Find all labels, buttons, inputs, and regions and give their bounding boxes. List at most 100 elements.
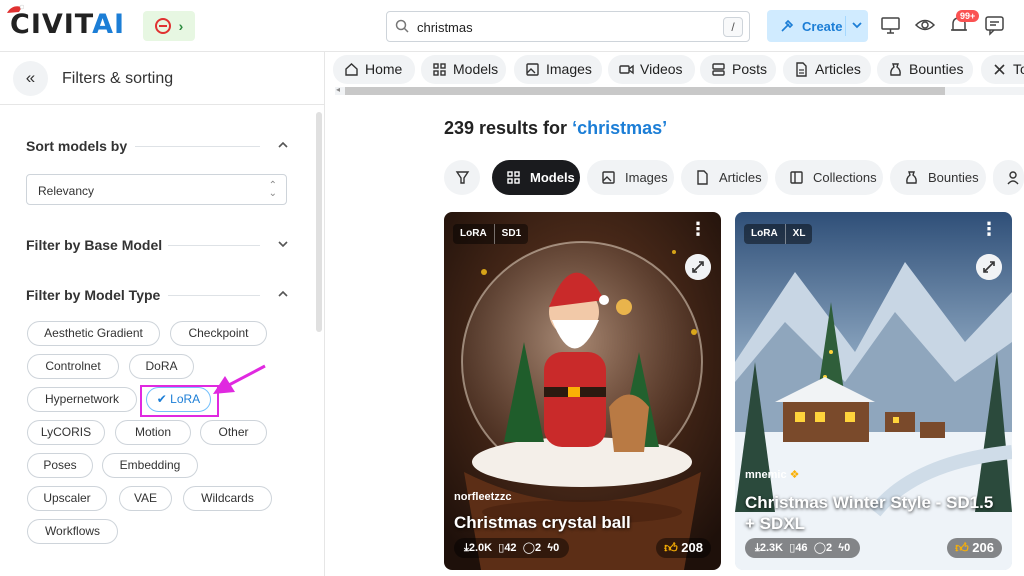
likes-count: 206 [972, 540, 994, 555]
chip-poses[interactable]: Poses [27, 453, 93, 478]
more-options-icon[interactable]: ⋮ [689, 220, 707, 238]
chip-embedding[interactable]: Embedding [102, 453, 198, 478]
thumbs-up-icon: 👍︎ [664, 540, 678, 555]
comments-count: 2 [826, 542, 833, 554]
collapse-sidebar-button[interactable]: « [13, 61, 48, 96]
remix-icon[interactable] [685, 254, 711, 280]
image-icon [602, 171, 615, 184]
chevron-down-icon[interactable] [276, 237, 290, 251]
logo-accent-text: AI [92, 9, 126, 40]
chip-hypernetwork[interactable]: Hypernetwork [27, 387, 137, 412]
pill-bounties[interactable]: Bounties [890, 160, 986, 195]
chevron-up-icon[interactable] [276, 287, 290, 301]
sort-select[interactable]: Relevancy ⌃ ⌄ [26, 174, 287, 205]
promo-button[interactable]: › [143, 11, 195, 41]
search-input[interactable] [417, 17, 707, 37]
remix-icon[interactable] [976, 254, 1002, 280]
chip-upscaler[interactable]: Upscaler [27, 486, 107, 511]
model-card[interactable]: LoRA XL ⋮ mnemic ❖ Christmas Winter Style… [735, 212, 1012, 570]
sidebar-scrollbar[interactable] [316, 112, 322, 332]
chevron-down-icon[interactable] [850, 18, 864, 32]
filters-sidebar: « Filters & sorting Sort models by Relev… [0, 52, 325, 576]
likes-badge[interactable]: 👍︎ 206 [947, 538, 1002, 558]
creator-label: mnemic [745, 469, 787, 481]
search-shortcut-hint: / [723, 17, 743, 37]
tab-label: Videos [640, 61, 683, 77]
card-tags: LoRA XL [744, 224, 813, 244]
card-title[interactable]: Christmas Winter Style - SD1.5 + SDXL [745, 492, 1005, 534]
tab-models[interactable]: Models [421, 55, 506, 84]
divider [135, 146, 260, 147]
chip-controlnet[interactable]: Controlnet [27, 354, 119, 379]
tab-images[interactable]: Images [514, 55, 602, 84]
results-heading: 239 results for ‘christmas’ [444, 118, 667, 139]
card-stats: ⤓2.0K ▯42 ◯2 ϟ0 [454, 538, 570, 558]
tab-tools[interactable]: To [981, 55, 1024, 84]
chat-icon[interactable] [984, 14, 1006, 36]
pill-images[interactable]: Images [587, 160, 674, 195]
base-model-tag: XL [784, 224, 813, 244]
tab-articles[interactable]: Articles [783, 55, 871, 84]
creator-name[interactable]: mnemic ❖ [745, 468, 800, 481]
chip-dora[interactable]: DoRA [129, 354, 194, 379]
funnel-icon [455, 171, 470, 184]
tab-videos[interactable]: Videos [608, 55, 695, 84]
posts-icon [712, 63, 725, 76]
scrollbar-thumb[interactable] [345, 87, 945, 95]
scroll-left-arrow-icon[interactable]: ◂ [336, 85, 340, 94]
chevron-up-icon[interactable] [276, 138, 290, 152]
grid-icon [507, 171, 520, 184]
card-stats: ⤓2.3K ▯46 ◯2 ϟ0 [745, 538, 861, 558]
pill-articles[interactable]: Articles [681, 160, 768, 195]
chip-motion[interactable]: Motion [115, 420, 191, 445]
create-button[interactable]: Create [767, 10, 868, 42]
tab-label: Models [453, 61, 499, 77]
more-options-icon[interactable]: ⋮ [980, 220, 998, 238]
creator-name[interactable]: norfleetzzc [454, 491, 511, 503]
article-icon [796, 62, 807, 77]
search-bar[interactable]: / [386, 11, 750, 42]
tab-label: Images [546, 61, 592, 77]
article-icon [697, 170, 708, 185]
upload-monitor-icon[interactable] [880, 14, 902, 36]
chip-other[interactable]: Other [200, 420, 267, 445]
top-header: CIVITAI › / Create 99+ [0, 0, 1024, 52]
civitai-logo[interactable]: CIVITAI [10, 9, 125, 40]
card-title[interactable]: Christmas crystal ball [454, 512, 714, 533]
video-icon [619, 64, 634, 75]
pill-label: Models [530, 170, 575, 185]
tab-bounties[interactable]: Bounties [877, 55, 973, 84]
chip-lycoris[interactable]: LyCORIS [27, 420, 105, 445]
eye-icon[interactable] [914, 14, 936, 36]
select-arrows-icon: ⌃ ⌄ [268, 180, 277, 199]
pill-models[interactable]: Models [492, 160, 580, 195]
pill-users[interactable] [993, 160, 1024, 195]
tab-home[interactable]: Home [333, 55, 415, 84]
bookmarks-count: 46 [795, 542, 808, 554]
pill-collections[interactable]: Collections [775, 160, 883, 195]
downloads-count: 2.3K [759, 542, 784, 554]
nav-tabs: Home Models Images Videos Posts Articles… [325, 52, 1024, 86]
tab-label: Posts [732, 61, 768, 77]
chip-vae[interactable]: VAE [119, 486, 172, 511]
model-card[interactable]: LoRA SD1 ⋮ norfleetzzc Christmas crystal … [444, 212, 721, 570]
comments-count: 2 [535, 542, 542, 554]
bounty-bag-icon [890, 63, 901, 76]
likes-badge[interactable]: 👍︎ 208 [656, 538, 711, 558]
search-icon [395, 19, 409, 33]
pill-label: Collections [813, 170, 877, 185]
chip-checkpoint[interactable]: Checkpoint [170, 321, 267, 346]
bounty-bag-icon [906, 171, 917, 184]
create-divider [845, 16, 846, 36]
tab-posts[interactable]: Posts [700, 55, 776, 84]
divider [168, 295, 260, 296]
chip-wildcards[interactable]: Wildcards [183, 486, 272, 511]
sidebar-title: Filters & sorting [62, 70, 174, 87]
base-model-section-title: Filter by Base Model [26, 237, 163, 253]
pointer-arrow-annotation [213, 364, 266, 394]
filter-button[interactable] [444, 160, 480, 195]
chip-workflows[interactable]: Workflows [27, 519, 118, 544]
tab-label: Articles [815, 61, 861, 77]
chip-aesthetic-gradient[interactable]: Aesthetic Gradient [27, 321, 160, 346]
tabs-scrollbar[interactable]: ◂ [335, 85, 1024, 95]
